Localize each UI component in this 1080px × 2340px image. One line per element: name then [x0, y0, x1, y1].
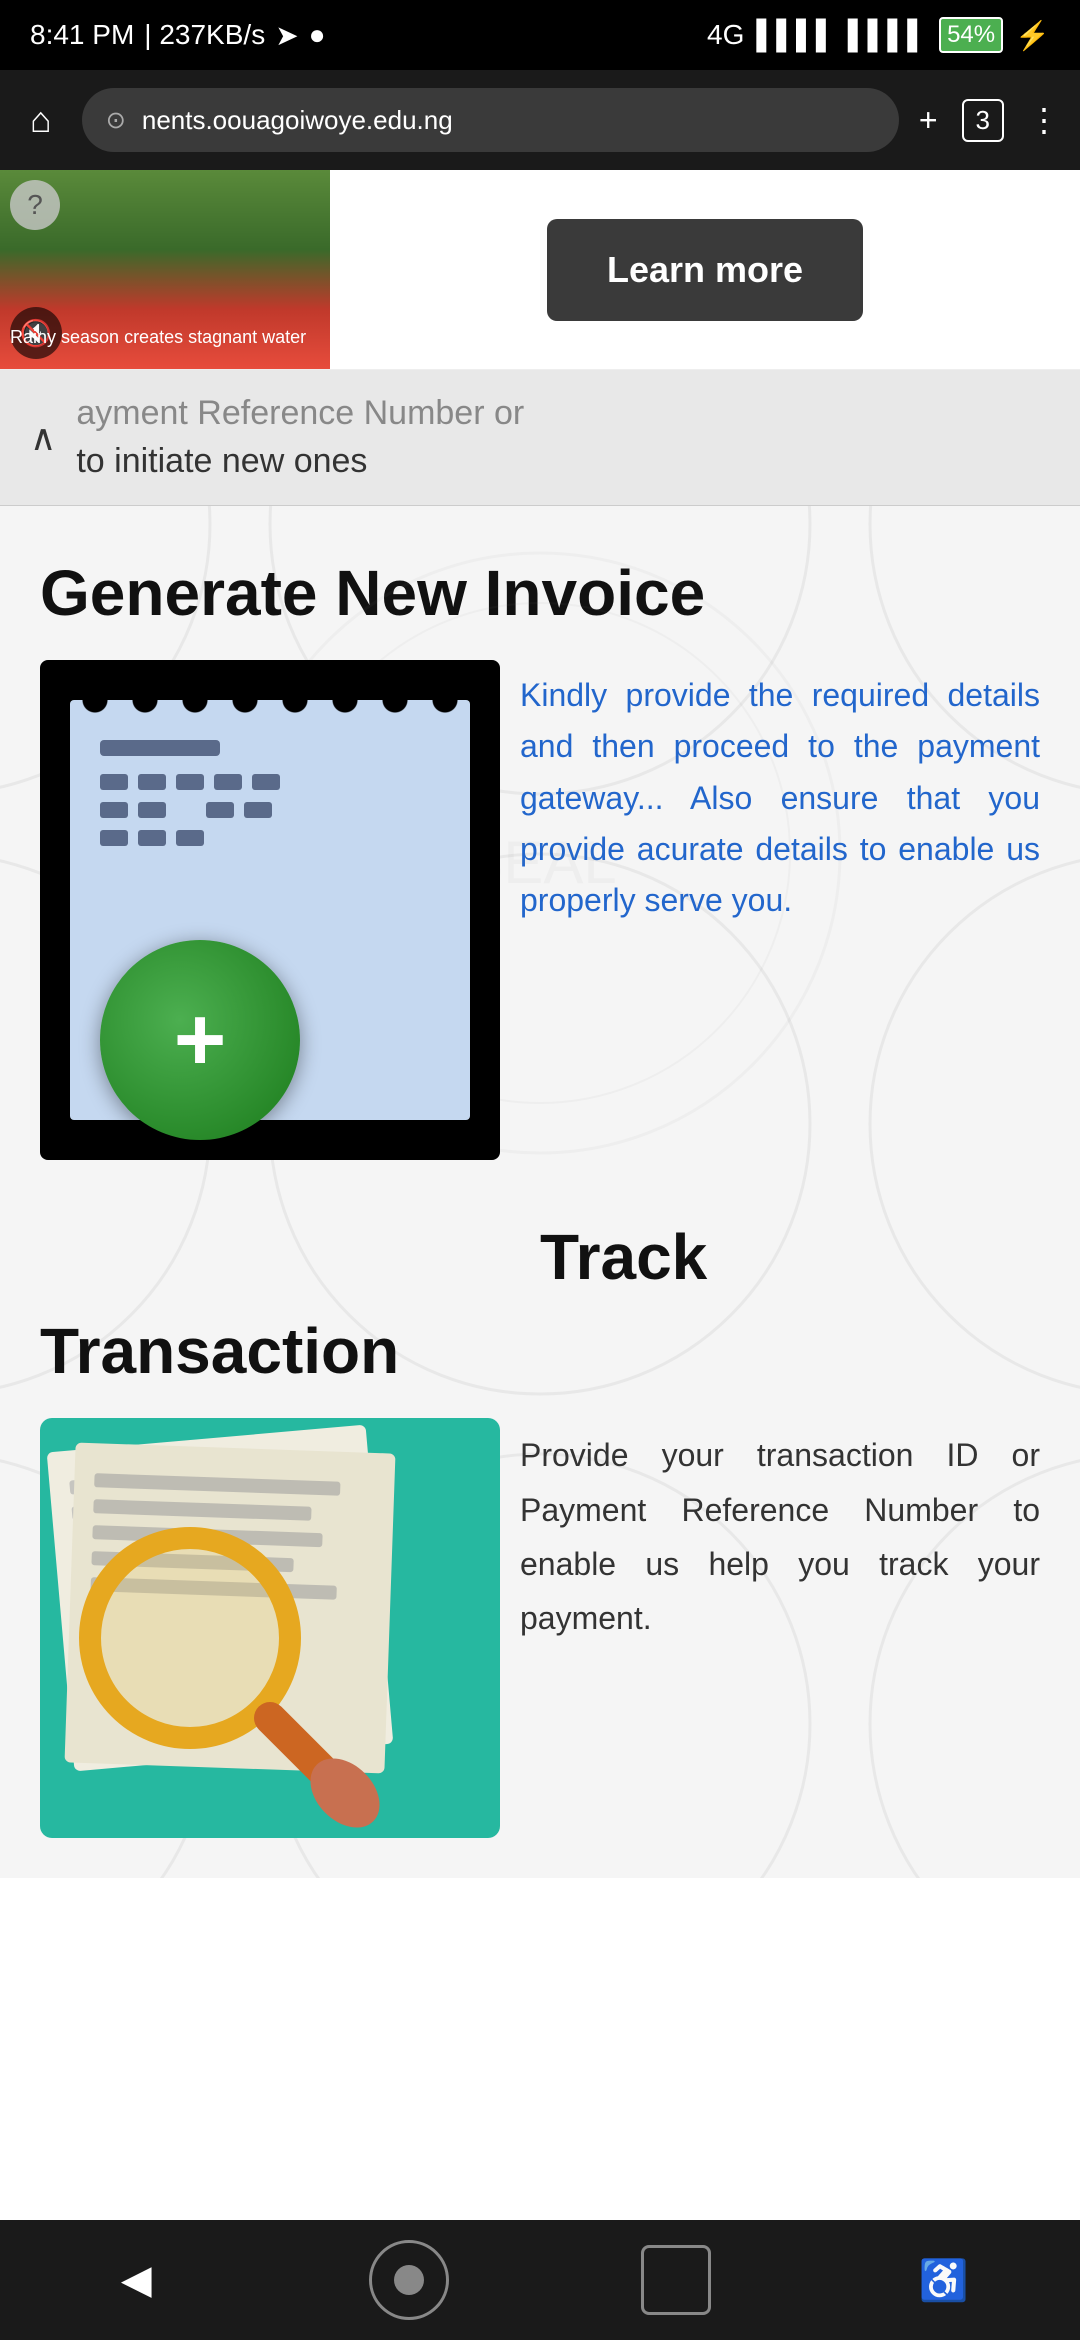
url-text: nents.oouagoiwoye.edu.ng — [142, 105, 453, 136]
invoice-line-1 — [100, 740, 220, 756]
ad-help-icon[interactable]: ? — [10, 180, 60, 230]
recent-apps-button[interactable] — [641, 2245, 711, 2315]
time: 8:41 PM — [30, 19, 134, 51]
ad-image: ? 🔇 Rainy season creates stagnant water — [0, 170, 330, 369]
bottom-nav-bar: ◀ ♿ — [0, 2220, 1080, 2340]
track-image — [40, 1418, 500, 1838]
browser-actions: + 3 ⋮ — [919, 99, 1060, 142]
collapsed-section[interactable]: ∧ ayment Reference Number or to initiate… — [0, 370, 1080, 506]
url-security-icon: ⊙ — [106, 106, 126, 135]
collapsed-title-partial: ayment Reference Number or — [76, 390, 524, 438]
track-body: Provide your transaction ID or Payment R… — [40, 1418, 1040, 1838]
back-button[interactable]: ◀ — [96, 2240, 176, 2320]
menu-button[interactable]: ⋮ — [1028, 101, 1060, 139]
accessibility-button[interactable]: ♿ — [904, 2240, 984, 2320]
home-circle-icon — [394, 2265, 424, 2295]
invoice-image: + — [40, 660, 500, 1160]
battery-indicator: 54% — [939, 17, 1003, 53]
invoice-add-icon[interactable]: + — [100, 940, 300, 1140]
plus-icon: + — [174, 995, 227, 1085]
track-title: Track — [540, 1220, 1040, 1294]
page-content: ∧ ayment Reference Number or to initiate… — [0, 370, 1080, 1878]
network-speed: | 237KB/s — [144, 19, 265, 51]
sim-label: 4G — [707, 19, 744, 51]
status-bar: 8:41 PM | 237KB/s ➤ ● 4G ▌▌▌▌ ▌▌▌▌ 54% ⚡ — [0, 0, 1080, 70]
track-transaction-section: Track Transaction — [0, 1200, 1080, 1878]
tab-count[interactable]: 3 — [962, 99, 1004, 142]
learn-more-button[interactable]: Learn more — [547, 219, 863, 321]
home-button[interactable] — [369, 2240, 449, 2320]
invoice-dots-3 — [100, 830, 204, 846]
signal-bars-1: ▌▌▌▌ — [756, 19, 835, 51]
generate-invoice-section: SEAL Generate New Invoice — [0, 506, 1080, 1200]
send-icon: ➤ — [275, 19, 298, 52]
collapsed-text: ayment Reference Number or to initiate n… — [76, 390, 524, 485]
ad-content: Learn more — [330, 170, 1080, 369]
signal-bars-2: ▌▌▌▌ — [848, 19, 927, 51]
ad-banner: ? 🔇 Rainy season creates stagnant water … — [0, 170, 1080, 370]
browser-bar: ⌂ ⊙ nents.oouagoiwoye.edu.ng + 3 ⋮ — [0, 70, 1080, 170]
track-header: Track — [40, 1220, 1040, 1294]
url-bar[interactable]: ⊙ nents.oouagoiwoye.edu.ng — [82, 88, 899, 152]
collapsed-subtitle: to initiate new ones — [76, 438, 524, 486]
whatsapp-icon: ● — [309, 19, 326, 51]
invoice-dots-1 — [100, 774, 280, 790]
track-image-container — [40, 1418, 500, 1838]
track-title-container: Track — [540, 1220, 1040, 1294]
invoice-graphic: + — [70, 700, 470, 1120]
chevron-up-icon[interactable]: ∧ — [30, 417, 56, 459]
accessibility-icon: ♿ — [919, 2257, 969, 2304]
status-left: 8:41 PM | 237KB/s ➤ ● — [30, 19, 326, 52]
browser-home-button[interactable]: ⌂ — [20, 89, 62, 151]
transaction-title: Transaction — [40, 1314, 1040, 1388]
invoice-dots-2 — [100, 802, 272, 818]
magnifying-glass-icon — [60, 1508, 380, 1828]
invoice-image-container: + — [40, 660, 500, 1160]
charging-icon: ⚡ — [1015, 19, 1050, 52]
track-description: Provide your transaction ID or Payment R… — [520, 1418, 1040, 1646]
status-right: 4G ▌▌▌▌ ▌▌▌▌ 54% ⚡ — [707, 17, 1050, 53]
ad-caption: Rainy season creates stagnant water — [0, 326, 330, 349]
new-tab-button[interactable]: + — [919, 102, 938, 139]
